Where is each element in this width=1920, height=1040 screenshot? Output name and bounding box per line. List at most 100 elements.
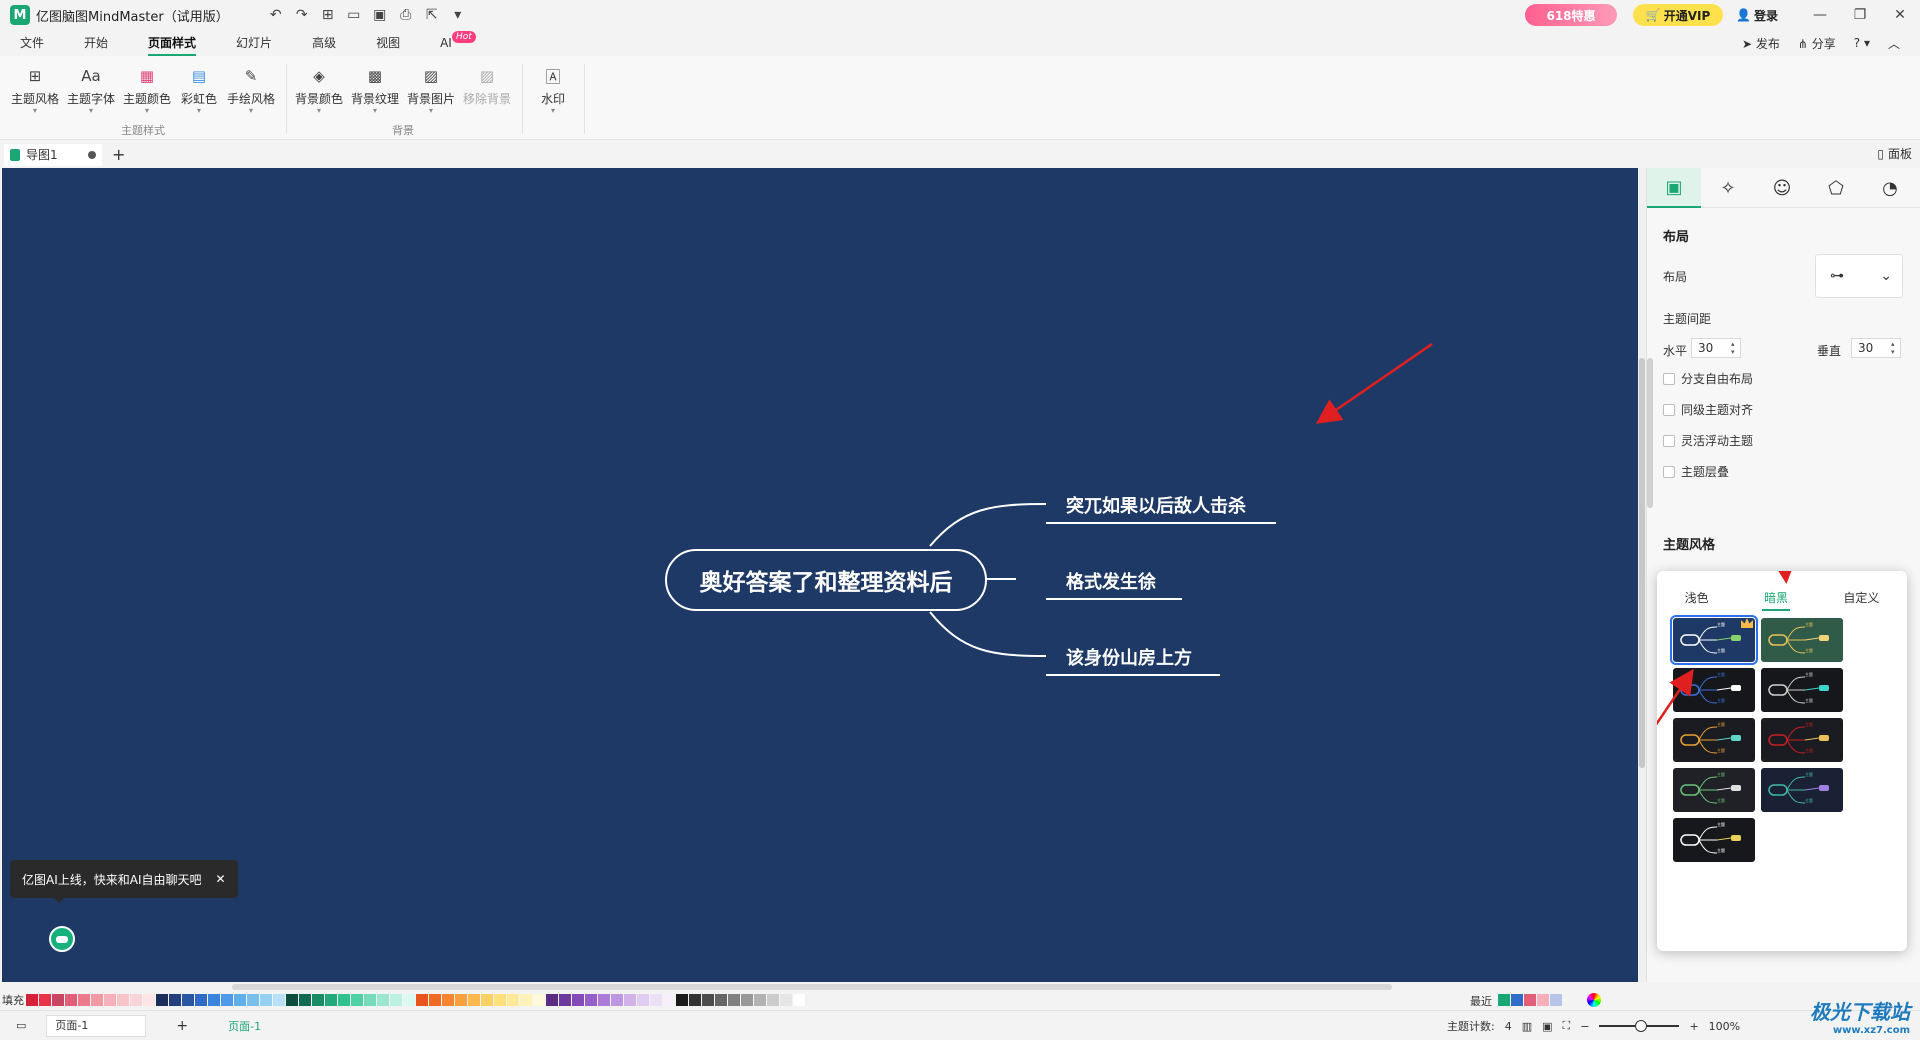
central-topic[interactable]: 奥好答案了和整理资料后 (665, 549, 987, 611)
tab-history[interactable]: ◔ (1863, 168, 1917, 208)
open-folder-icon[interactable]: ▭ (343, 4, 365, 26)
checkbox-free-layout[interactable]: 分支自由布局 (1663, 370, 1753, 387)
tab-slides[interactable]: 幻灯片 (216, 30, 292, 56)
promo-badge[interactable]: 618特惠 (1525, 4, 1617, 26)
tab-file[interactable]: 文件 (0, 30, 64, 56)
close-icon[interactable]: ✕ (216, 872, 226, 886)
theme-thumbnail[interactable]: 主题 主题 (1670, 615, 1758, 665)
add-page-icon[interactable]: + (176, 1018, 188, 1034)
color-swatch[interactable] (260, 994, 272, 1006)
checkbox-align-siblings[interactable]: 同级主题对齐 (1663, 401, 1753, 418)
page-select[interactable]: 页面-1 (46, 1014, 147, 1037)
color-swatch[interactable] (442, 994, 454, 1006)
recent-color-swatch[interactable] (1524, 994, 1536, 1006)
color-swatch[interactable] (637, 994, 649, 1006)
color-swatch[interactable] (182, 994, 194, 1006)
color-swatch[interactable] (117, 994, 129, 1006)
color-swatch[interactable] (169, 994, 181, 1006)
vertical-scrollbar[interactable] (1638, 168, 1646, 982)
color-swatch[interactable] (559, 994, 571, 1006)
panel-toggle-button[interactable]: ▯ 面板 (1877, 145, 1912, 162)
color-swatch[interactable] (663, 994, 675, 1006)
zoom-out-icon[interactable]: − (1580, 1020, 1589, 1033)
checkbox-overlap-topics[interactable]: 主题层叠 (1663, 463, 1729, 480)
color-swatch[interactable] (455, 994, 467, 1006)
color-swatch[interactable] (702, 994, 714, 1006)
tab-custom-themes[interactable]: 自定义 (1843, 589, 1879, 606)
color-swatch[interactable] (403, 994, 415, 1006)
export-icon[interactable]: ⇱ (421, 4, 443, 26)
color-swatch[interactable] (611, 994, 623, 1006)
color-swatch[interactable] (494, 994, 506, 1006)
book-view-icon[interactable]: ▥ (1522, 1020, 1532, 1033)
subtopic-2[interactable]: 格式发生徐 (1066, 568, 1156, 594)
tab-marker[interactable]: ☺ (1755, 168, 1809, 208)
theme-font-button[interactable]: Aa 主题字体 ▾ (66, 62, 116, 122)
print-icon[interactable]: ⎙ (395, 4, 417, 26)
color-swatch[interactable] (78, 994, 90, 1006)
new-file-icon[interactable]: ⊞ (317, 4, 339, 26)
color-swatch[interactable] (429, 994, 441, 1006)
layout-dropdown[interactable]: ⊶ ⌄ (1815, 254, 1903, 298)
vip-button[interactable]: 🛒 开通VIP (1633, 4, 1723, 26)
horizontal-spacing-input[interactable]: 30 (1691, 338, 1741, 358)
subtopic-3[interactable]: 该身份山房上方 (1066, 644, 1192, 670)
restore-icon[interactable]: ❐ (1840, 0, 1880, 30)
tab-ai[interactable]: AI Hot (420, 30, 476, 56)
unsaved-dot-icon[interactable] (88, 150, 96, 159)
doc-tab[interactable]: 导图1 (4, 143, 102, 166)
color-swatch[interactable] (26, 994, 38, 1006)
color-swatch[interactable] (65, 994, 77, 1006)
bg-texture-button[interactable]: ▩ 背景纹理 ▾ (350, 62, 400, 122)
color-swatch[interactable] (715, 994, 727, 1006)
redo-icon[interactable]: ↷ (291, 4, 313, 26)
tab-start[interactable]: 开始 (64, 30, 128, 56)
color-swatch[interactable] (793, 994, 805, 1006)
recent-color-swatch[interactable] (1498, 994, 1510, 1006)
theme-thumbnail[interactable]: 主题 主题 (1673, 818, 1755, 862)
color-swatch[interactable] (507, 994, 519, 1006)
tab-ai-magic[interactable]: ✧ (1701, 168, 1755, 208)
color-swatch[interactable] (273, 994, 285, 1006)
page-tab[interactable]: 页面-1 (228, 1018, 261, 1034)
theme-style-button[interactable]: ⊞ 主题风格 ▾ (10, 62, 60, 122)
color-swatch[interactable] (143, 994, 155, 1006)
color-swatch[interactable] (286, 994, 298, 1006)
color-wheel-icon[interactable] (1587, 993, 1601, 1007)
tab-layout-style[interactable]: ▣ (1647, 168, 1701, 208)
fit-page-icon[interactable]: ▣ (1542, 1020, 1552, 1033)
color-swatch[interactable] (533, 994, 545, 1006)
share-button[interactable]: ⋔ 分享 (1798, 35, 1836, 52)
ai-assistant-icon[interactable] (49, 926, 75, 952)
color-swatch[interactable] (572, 994, 584, 1006)
checkbox-floating-topics[interactable]: 灵活浮动主题 (1663, 432, 1753, 449)
publish-button[interactable]: ➤ 发布 (1742, 35, 1780, 52)
color-swatch[interactable] (416, 994, 428, 1006)
checkbox[interactable] (1663, 434, 1675, 447)
color-swatch[interactable] (728, 994, 740, 1006)
color-swatch[interactable] (195, 994, 207, 1006)
close-icon[interactable]: ✕ (1880, 0, 1920, 30)
color-swatch[interactable] (468, 994, 480, 1006)
theme-thumbnail[interactable]: 主题 主题 (1673, 768, 1755, 812)
color-swatch[interactable] (741, 994, 753, 1006)
color-swatch[interactable] (767, 994, 779, 1006)
bg-color-button[interactable]: ◈ 背景颜色 ▾ (294, 62, 344, 122)
color-swatch[interactable] (689, 994, 701, 1006)
theme-color-button[interactable]: ▦ 主题颜色 ▾ (122, 62, 172, 122)
theme-thumbnail[interactable]: 主题 主题 (1761, 618, 1843, 662)
theme-thumbnail[interactable]: 主题 主题 (1761, 768, 1843, 812)
checkbox[interactable] (1663, 465, 1675, 478)
theme-thumbnail[interactable]: 主题 主题 (1761, 718, 1843, 762)
color-swatch[interactable] (520, 994, 532, 1006)
color-swatch[interactable] (156, 994, 168, 1006)
color-swatch[interactable] (624, 994, 636, 1006)
color-swatch[interactable] (52, 994, 64, 1006)
save-icon[interactable]: ▣ (369, 4, 391, 26)
theme-thumbnail[interactable]: 主题 主题 (1673, 668, 1755, 712)
color-swatch[interactable] (208, 994, 220, 1006)
vertical-spacing-input[interactable]: 30 (1851, 338, 1901, 358)
color-swatch[interactable] (234, 994, 246, 1006)
color-swatch[interactable] (364, 994, 376, 1006)
color-swatch[interactable] (325, 994, 337, 1006)
